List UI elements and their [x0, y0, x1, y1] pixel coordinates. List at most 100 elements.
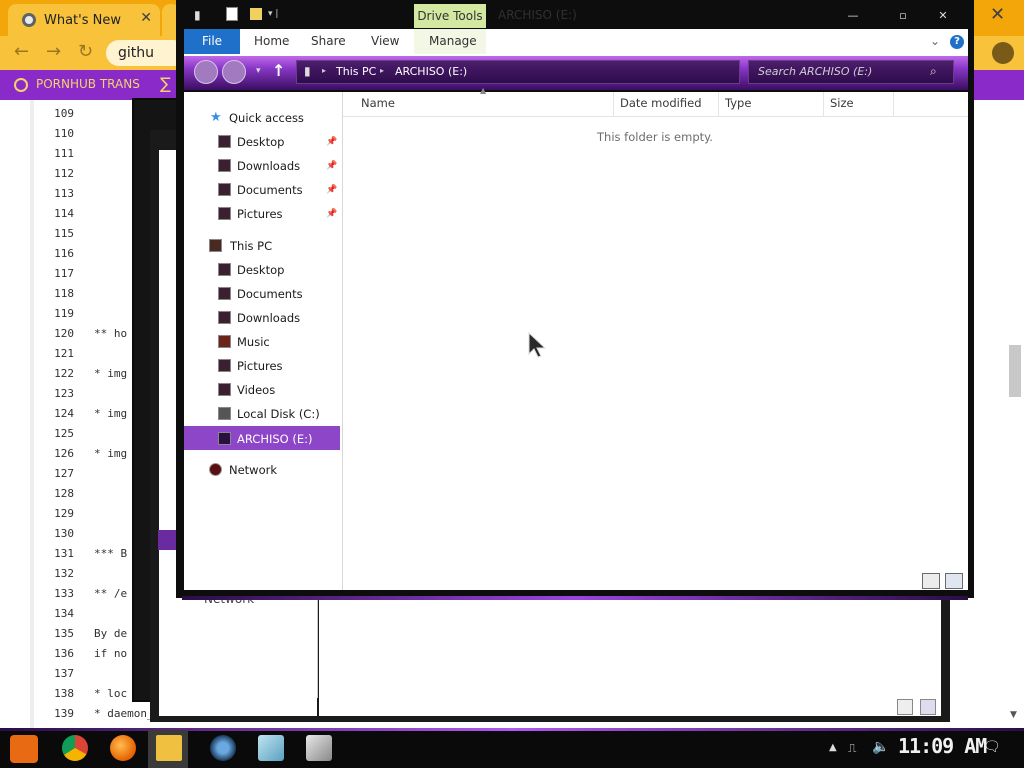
clock[interactable]: 11:09 AM	[898, 734, 987, 758]
column-divider[interactable]	[718, 92, 719, 116]
line-number: 132	[54, 567, 74, 580]
line-number: 117	[54, 267, 74, 280]
code-line[interactable]: By de	[94, 627, 127, 640]
line-number: 115	[54, 227, 74, 240]
back-button[interactable]	[194, 60, 218, 84]
nav-pc-downloads[interactable]: Downloads	[237, 311, 300, 325]
line-number: 110	[54, 127, 74, 140]
code-line[interactable]: if no	[94, 647, 127, 660]
code-line[interactable]: ** ho	[94, 327, 127, 340]
column-divider[interactable]	[893, 92, 894, 116]
omnibox[interactable]: githu	[106, 40, 186, 66]
chevron-right-icon[interactable]: ▸	[322, 66, 326, 75]
notification-icon[interactable]: 🗨	[983, 739, 1001, 755]
column-name[interactable]: Name	[361, 96, 395, 110]
forward-button[interactable]	[222, 60, 246, 84]
scroll-down-arrow-icon[interactable]: ▼	[1010, 710, 1017, 720]
column-size[interactable]: Size	[830, 96, 854, 110]
chevron-right-icon[interactable]: ▸	[380, 66, 384, 75]
nav-pc-local-disk[interactable]: Local Disk (C:)	[237, 407, 320, 421]
breadcrumb-archiso[interactable]: ARCHISO (E:)	[395, 65, 467, 78]
nav-pc-videos[interactable]: Videos	[237, 383, 275, 397]
details-view-icon[interactable]	[897, 699, 913, 715]
nav-pc-documents[interactable]: Documents	[237, 287, 303, 301]
line-number: 121	[54, 347, 74, 360]
column-date-modified[interactable]: Date modified	[620, 96, 702, 110]
nav-qa-desktop[interactable]: Desktop	[237, 135, 284, 149]
nav-qa-downloads[interactable]: Downloads	[237, 159, 300, 173]
line-number: 114	[54, 207, 74, 220]
chrome-icon[interactable]	[62, 735, 88, 761]
line-number: 133	[54, 587, 74, 600]
code-line[interactable]: * img	[94, 407, 127, 420]
downloads-folder-icon	[218, 311, 231, 324]
star-icon: ★	[210, 110, 222, 125]
volume-icon[interactable]: 🔈	[872, 739, 889, 755]
ribbon-tab-share[interactable]: Share	[311, 29, 346, 54]
nav-pc-archiso[interactable]: ARCHISO (E:)	[237, 432, 312, 446]
reload-icon[interactable]: ↻	[78, 41, 93, 62]
app-icon-blue-circle[interactable]	[210, 735, 236, 761]
pin-icon: 📌	[326, 161, 338, 171]
column-type[interactable]: Type	[725, 96, 751, 110]
firefox-icon[interactable]	[110, 735, 136, 761]
start-icon[interactable]	[10, 735, 38, 763]
nav-network[interactable]: Network	[229, 463, 277, 477]
up-arrow-icon[interactable]: ↑	[272, 61, 285, 80]
column-divider[interactable]	[823, 92, 824, 116]
column-divider[interactable]	[613, 92, 614, 116]
nav-pc-music[interactable]: Music	[237, 335, 270, 349]
bookmark-icon[interactable]: ∑	[160, 74, 171, 93]
nav-quick-access[interactable]: Quick access	[229, 111, 304, 125]
customize-toolbar-chevron-icon[interactable]: ▾ |	[268, 9, 278, 19]
app-icon-box[interactable]	[306, 735, 332, 761]
page-scrollbar-thumb[interactable]	[1009, 345, 1021, 397]
large-icons-view-icon[interactable]	[920, 699, 936, 715]
close-button[interactable]: ✕	[926, 6, 960, 26]
code-line[interactable]: * loc	[94, 687, 127, 700]
line-number: 128	[54, 487, 74, 500]
line-number: 119	[54, 307, 74, 320]
ribbon-tab-manage[interactable]: Manage	[429, 29, 477, 54]
file-explorer-icon[interactable]	[156, 735, 182, 761]
tray-chevron-icon[interactable]: ▲	[829, 742, 837, 753]
network-tray-icon[interactable]: ⎍	[848, 741, 856, 756]
app-icon-glass[interactable]	[258, 735, 284, 761]
code-line[interactable]: * img	[94, 447, 127, 460]
maximize-button[interactable]: ▫	[886, 6, 920, 26]
line-number: 111	[54, 147, 74, 160]
code-line[interactable]: ** /e	[94, 587, 127, 600]
nav-pc-pictures[interactable]: Pictures	[237, 359, 283, 373]
code-line[interactable]: *** B	[94, 547, 127, 560]
forward-arrow-icon[interactable]: →	[46, 41, 61, 62]
code-line[interactable]: * daemon_	[94, 707, 154, 720]
properties-icon[interactable]	[226, 7, 238, 21]
close-icon[interactable]: ✕	[140, 10, 152, 26]
nav-this-pc[interactable]: This PC	[230, 239, 272, 253]
nav-pc-desktop[interactable]: Desktop	[237, 263, 284, 277]
search-icon[interactable]: ⌕	[930, 64, 937, 79]
details-view-icon[interactable]	[922, 573, 940, 589]
background-content-pane	[319, 598, 941, 716]
ribbon-tab-file[interactable]: File	[184, 29, 240, 54]
line-number: 134	[54, 607, 74, 620]
profile-avatar[interactable]	[992, 42, 1014, 64]
breadcrumb-this-pc[interactable]: This PC	[336, 65, 376, 78]
file-list-pane[interactable]	[343, 92, 968, 590]
help-icon[interactable]: ?	[950, 35, 964, 49]
code-line[interactable]: * img	[94, 367, 127, 380]
browser-close-icon[interactable]: ✕	[990, 4, 1005, 25]
back-arrow-icon[interactable]: ←	[14, 41, 29, 62]
ribbon-tab-view[interactable]: View	[371, 29, 399, 54]
browser-tab-whats-new[interactable]: What's New ✕	[8, 4, 160, 36]
minimize-button[interactable]: —	[836, 6, 870, 26]
recent-locations-chevron-icon[interactable]: ▾	[256, 66, 261, 76]
large-icons-view-icon[interactable]	[945, 573, 963, 589]
line-number: 118	[54, 287, 74, 300]
nav-qa-documents[interactable]: Documents	[237, 183, 303, 197]
bookmark-item[interactable]: PORNHUB TRANS	[36, 77, 140, 91]
nav-qa-pictures[interactable]: Pictures	[237, 207, 283, 221]
expand-ribbon-chevron-icon[interactable]: ⌄	[930, 34, 940, 48]
new-folder-icon[interactable]	[250, 8, 262, 20]
ribbon-tab-home[interactable]: Home	[254, 29, 289, 54]
